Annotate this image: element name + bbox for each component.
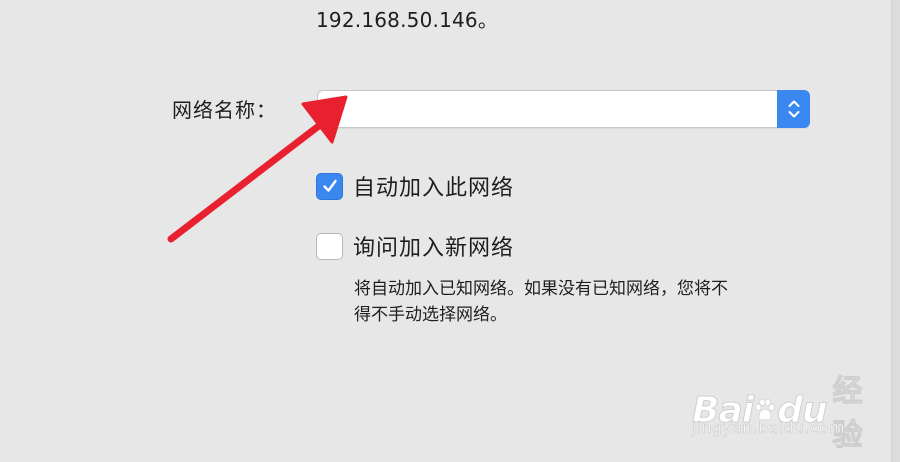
auto-join-checkbox[interactable] <box>316 172 343 200</box>
help-text-line: 将自动加入已知网络。如果没有已知网络，您将不 <box>354 279 728 299</box>
network-name-label: 网络名称： <box>172 98 277 122</box>
ask-to-join-option[interactable]: 询问加入新网络 <box>316 230 514 262</box>
window-edge <box>891 0 900 462</box>
chevron-up-down-icon <box>788 100 799 118</box>
watermark-product: 经验 <box>832 374 863 454</box>
watermark-url: jingyan.baidu.com <box>692 418 845 438</box>
auto-join-option[interactable]: 自动加入此网络 <box>316 170 514 202</box>
help-text-line: 得不手动选择网络。 <box>354 305 507 325</box>
checkmark-icon <box>322 179 337 192</box>
network-name-combobox[interactable] <box>317 90 810 128</box>
network-name-dropdown-button[interactable] <box>777 90 810 128</box>
ask-to-join-label: 询问加入新网络 <box>353 236 515 261</box>
network-name-input[interactable] <box>318 91 778 127</box>
ask-to-join-help-text: 将自动加入已知网络。如果没有已知网络，您将不 得不手动选择网络。 <box>354 276 814 328</box>
auto-join-label: 自动加入此网络 <box>353 176 515 201</box>
watermark-logo: Bai du 经验 <box>691 366 872 454</box>
ip-address-text: 192.168.50.146。 <box>316 8 499 32</box>
baidu-jingyan-watermark: Bai du 经验 jingyan.baidu.com <box>690 366 862 454</box>
ask-to-join-checkbox[interactable] <box>316 232 343 260</box>
